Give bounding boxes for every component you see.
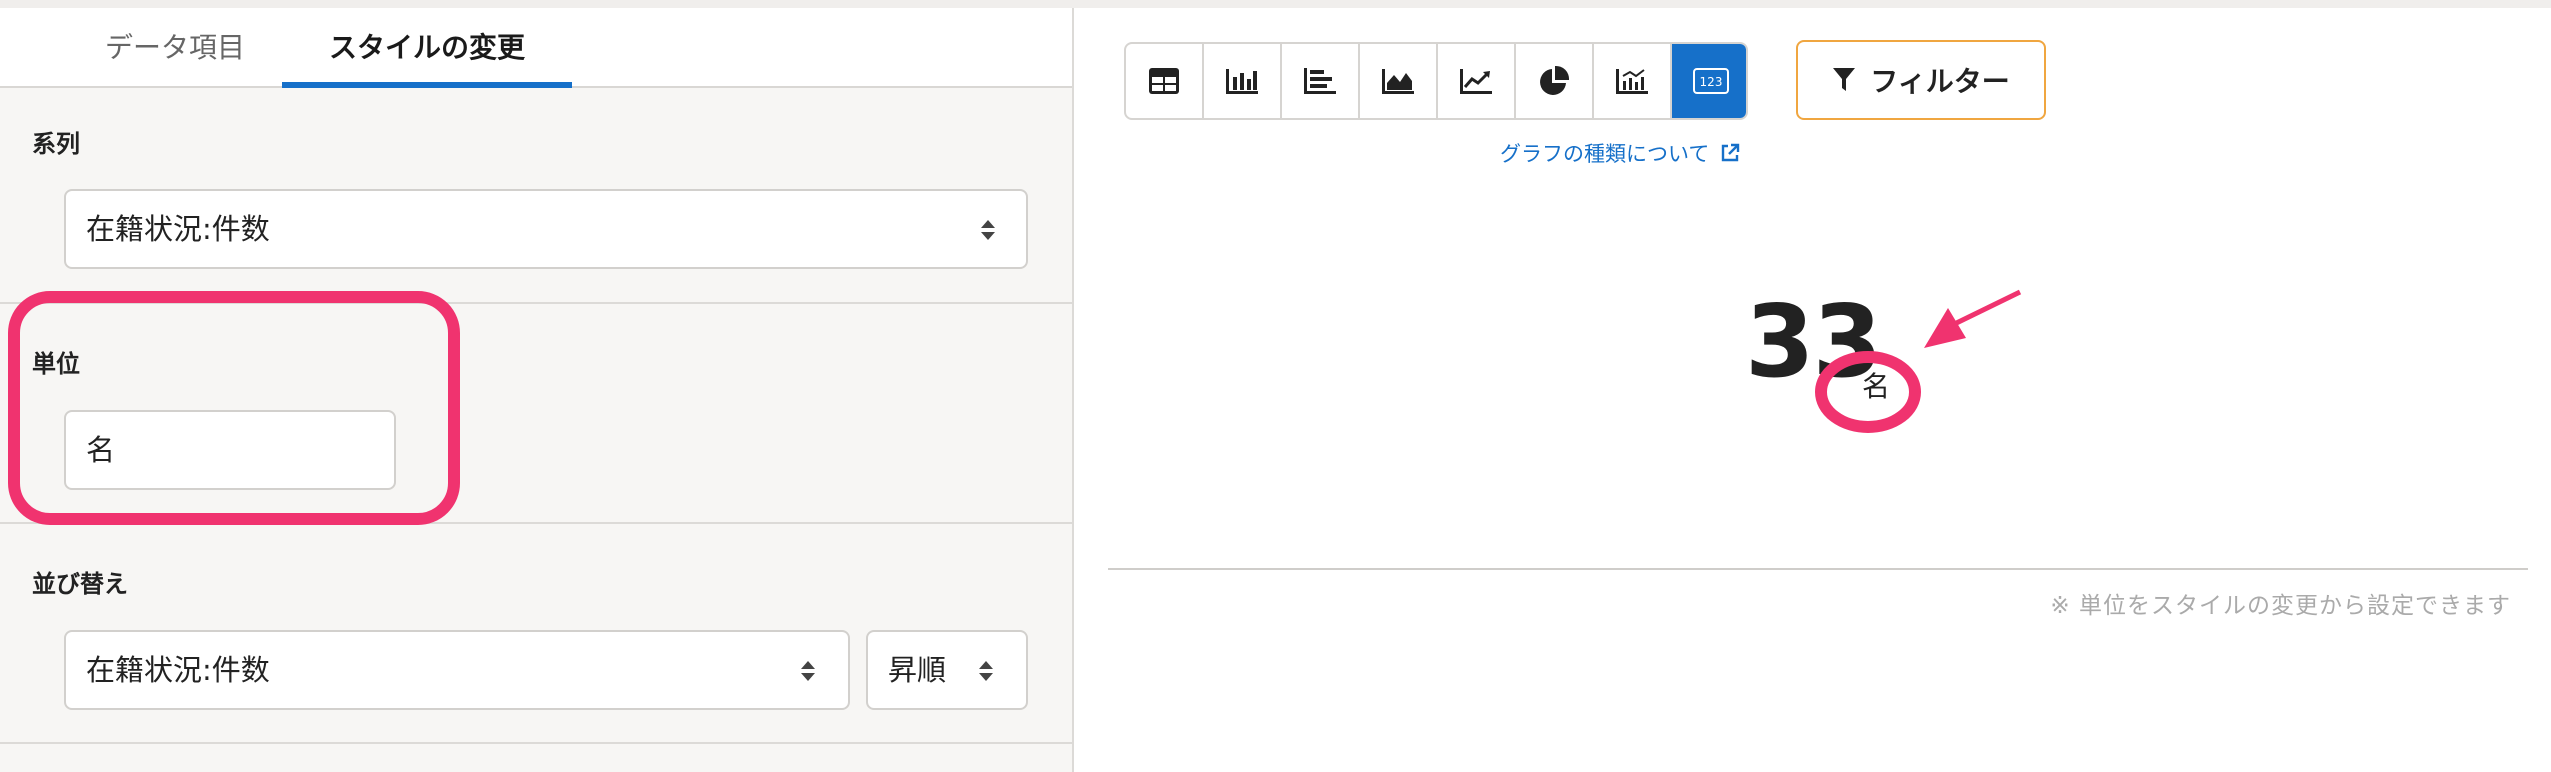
- number-icon-text: 123: [1700, 75, 1723, 89]
- series-select-value: 在籍状況:件数: [86, 212, 270, 246]
- sort-label: 並び替え: [32, 570, 128, 598]
- section-divider: [0, 522, 1072, 524]
- external-link-icon: [1721, 143, 1740, 162]
- number-icon: 123: [1693, 68, 1729, 94]
- section-divider: [0, 302, 1072, 304]
- unit-note: ※ 単位をスタイルの変更から設定できます: [2050, 593, 2511, 619]
- select-arrows-icon: [979, 661, 993, 681]
- graph-types-link[interactable]: グラフの種類について: [1500, 138, 1740, 168]
- pie-chart-icon: [1540, 65, 1570, 95]
- chart-type-pie-button[interactable]: [1516, 44, 1594, 118]
- annotation-arrow-head: [1924, 308, 1966, 348]
- chart-type-toolbar: 123: [1124, 42, 1748, 120]
- sort-order-select[interactable]: 昇順: [866, 630, 1028, 710]
- unit-input[interactable]: 名: [64, 410, 396, 490]
- tab-style-change[interactable]: スタイルの変更: [282, 8, 572, 88]
- select-arrows-icon: [801, 661, 815, 681]
- unit-label: 単位: [32, 350, 80, 378]
- select-arrows-icon: [981, 220, 995, 240]
- chart-type-number-button[interactable]: 123: [1672, 44, 1746, 118]
- active-tab-indicator: [282, 82, 572, 88]
- chart-type-combo-button[interactable]: [1594, 44, 1672, 118]
- metric-unit: 名: [1862, 370, 1891, 403]
- chart-type-area-button[interactable]: [1360, 44, 1438, 118]
- filter-button[interactable]: フィルター: [1796, 40, 2046, 120]
- area-chart-icon: [1382, 69, 1414, 94]
- style-settings-panel: データ項目 スタイルの変更 系列 在籍状況:件数 単位 名 並び替え 在籍状況:…: [0, 8, 1074, 772]
- chart-type-line-button[interactable]: [1438, 44, 1516, 118]
- filter-button-label: フィルター: [1870, 65, 2010, 98]
- graph-types-link-text: グラフの種類について: [1500, 142, 1710, 166]
- metric-value: 33: [1745, 283, 1882, 400]
- sort-field-select[interactable]: 在籍状況:件数: [64, 630, 850, 710]
- annotation-arrow-line: [1936, 289, 2022, 335]
- series-select[interactable]: 在籍状況:件数: [64, 189, 1028, 269]
- bar-chart-icon: [1226, 69, 1258, 94]
- preview-divider: [1108, 568, 2528, 570]
- tab-data-items[interactable]: データ項目: [60, 8, 290, 88]
- sort-order-value: 昇順: [888, 653, 947, 687]
- chart-type-bar-button[interactable]: [1204, 44, 1282, 118]
- tab-bar: データ項目 スタイルの変更: [0, 8, 1072, 88]
- horizontal-bar-icon: [1304, 68, 1336, 94]
- chart-type-table-button[interactable]: [1126, 44, 1204, 118]
- filter-icon: [1833, 68, 1856, 91]
- chart-type-horizontal-bar-button[interactable]: [1282, 44, 1360, 118]
- section-divider: [0, 742, 1072, 744]
- combo-chart-icon: [1616, 69, 1648, 94]
- table-icon: [1149, 68, 1179, 94]
- line-chart-icon: [1460, 69, 1492, 94]
- top-strip: [0, 0, 2551, 8]
- sort-field-value: 在籍状況:件数: [86, 653, 270, 687]
- series-label: 系列: [32, 130, 80, 158]
